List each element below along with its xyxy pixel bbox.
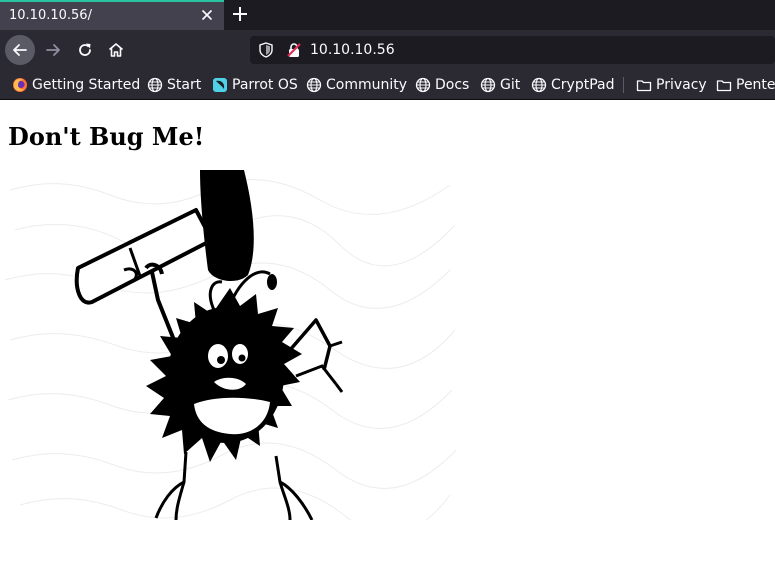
bookmark-label: Git: [500, 77, 521, 93]
hammer: [74, 170, 254, 305]
globe-icon: [147, 77, 163, 93]
bookmark-label: Docs: [435, 77, 470, 93]
bookmark-label: Start: [167, 77, 202, 93]
new-tab-icon[interactable]: [230, 4, 250, 24]
bookmark-community[interactable]: Community: [306, 76, 407, 94]
reload-button[interactable]: [70, 35, 100, 65]
back-button[interactable]: [5, 35, 35, 65]
forward-arrow-icon: [46, 44, 60, 56]
globe-icon: [531, 77, 547, 93]
bookmarks-separator: [623, 77, 624, 93]
globe-icon: [480, 77, 496, 93]
home-icon: [108, 43, 124, 57]
globe-icon: [306, 77, 322, 93]
home-button[interactable]: [101, 35, 131, 65]
tracking-protection-shield-icon[interactable]: [259, 42, 273, 58]
bookmark-folder-pente[interactable]: Pente: [716, 76, 775, 94]
bookmark-label: Getting Started: [32, 77, 141, 93]
bookmark-label: CryptPad: [551, 77, 615, 93]
bookmarks-toolbar: Getting Started Start Parrot OS Communit…: [0, 70, 775, 100]
insecure-connection-lock-icon[interactable]: [286, 42, 302, 58]
url-text: 10.10.10.56: [310, 42, 395, 58]
bookmark-label: Pente: [736, 77, 775, 93]
bug-with-hammer-image: [4, 170, 457, 520]
folder-icon: [636, 80, 652, 92]
bookmark-label: Community: [326, 77, 408, 93]
tab-strip: 10.10.10.56/: [0, 0, 775, 30]
bookmark-label: Parrot OS: [232, 77, 298, 93]
back-arrow-icon: [13, 44, 27, 56]
bookmark-cryptpad[interactable]: CryptPad: [531, 76, 614, 94]
firefox-icon: [13, 78, 27, 92]
folder-icon: [716, 80, 732, 92]
web-page-content: Don't Bug Me!: [0, 101, 775, 576]
bookmark-label: Privacy: [656, 77, 707, 93]
bookmark-git[interactable]: Git: [480, 76, 520, 94]
bug-body: [146, 288, 302, 462]
close-tab-icon[interactable]: [199, 7, 215, 23]
page-heading: Don't Bug Me!: [8, 122, 205, 151]
globe-icon: [415, 77, 431, 93]
tab-title: 10.10.10.56/: [9, 8, 92, 23]
bookmark-getting-started[interactable]: Getting Started: [12, 76, 140, 94]
parrot-icon: [213, 78, 227, 92]
bookmark-parrot-os[interactable]: Parrot OS: [212, 76, 298, 94]
browser-tab[interactable]: 10.10.10.56/: [0, 0, 224, 30]
navigation-toolbar: 10.10.10.56: [0, 30, 775, 70]
bookmark-start[interactable]: Start: [147, 76, 201, 94]
bookmark-docs[interactable]: Docs: [415, 76, 469, 94]
reload-icon: [79, 43, 91, 56]
address-bar[interactable]: 10.10.10.56: [250, 36, 775, 64]
bookmark-folder-privacy[interactable]: Privacy: [636, 76, 707, 94]
forward-button[interactable]: [38, 35, 68, 65]
